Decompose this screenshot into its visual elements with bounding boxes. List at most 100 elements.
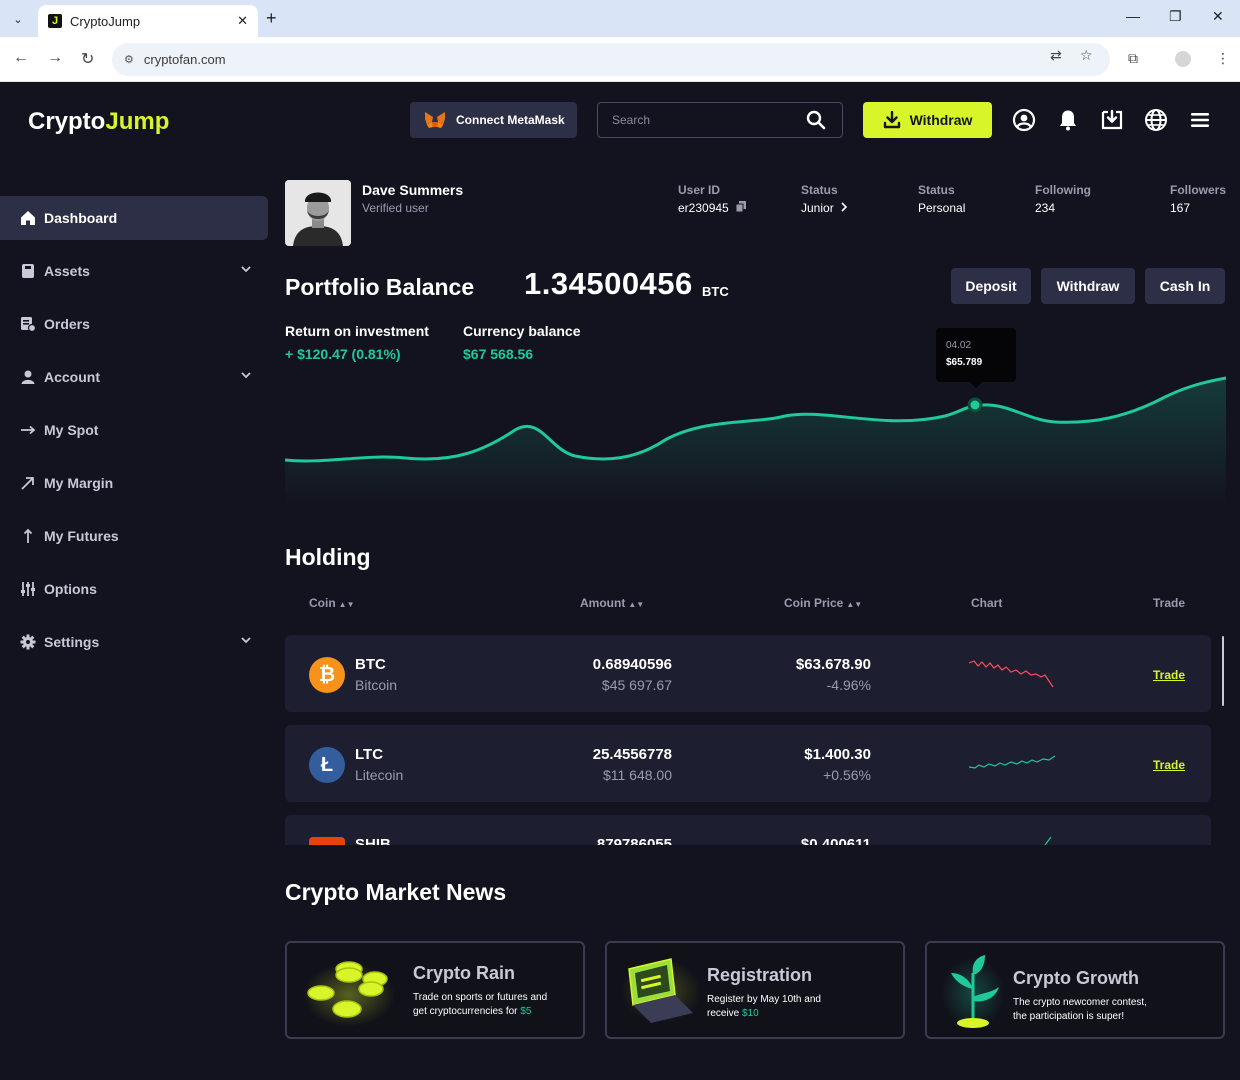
sparkline-chart	[1044, 836, 1052, 845]
bell-icon[interactable]	[1056, 108, 1080, 132]
column-header-coin-price[interactable]: Coin Price ▲▼	[784, 596, 862, 610]
connect-metamask-button[interactable]: Connect MetaMask	[410, 102, 577, 138]
hamburger-menu-icon[interactable]	[1188, 108, 1212, 132]
logo-text-jump: Jump	[105, 108, 170, 135]
avatar[interactable]	[285, 180, 351, 246]
app-logo[interactable]: CryptoJump	[28, 108, 169, 136]
coin-amount: 879786055	[596, 836, 672, 845]
browser-menu-icon[interactable]: ⋮	[1216, 50, 1230, 67]
metamask-fox-icon	[425, 112, 445, 128]
tab-close-icon[interactable]: ✕	[237, 13, 248, 29]
new-tab-icon[interactable]: +	[266, 8, 277, 29]
sidebar-item-options[interactable]: Options	[0, 567, 268, 611]
sidebar-item-my-futures[interactable]: My Futures	[0, 514, 268, 558]
coin-price: $63.678.90	[795, 656, 871, 673]
trade-link[interactable]: Trade	[1153, 758, 1185, 772]
column-header-chart: Chart	[971, 596, 1003, 610]
copy-icon[interactable]	[735, 201, 747, 213]
litecoin-icon: Ł	[309, 747, 345, 783]
bookmark-star-icon[interactable]: ☆	[1080, 47, 1093, 64]
sidebar-item-dashboard[interactable]: Dashboard	[0, 196, 268, 240]
holding-scrollbar[interactable]	[1222, 636, 1224, 706]
sidebar-item-account[interactable]: Account	[0, 355, 268, 399]
news-card-highlight: $5	[520, 1006, 532, 1017]
news-card-title: Crypto Growth	[1013, 968, 1139, 988]
arrow-up-right-icon	[20, 475, 36, 491]
sidebar-item-label: My Futures	[44, 528, 119, 544]
chart-active-point	[967, 397, 983, 413]
table-row[interactable]: Ł LTC Litecoin 25.4556778 $11 648.00 $1.…	[285, 725, 1211, 802]
cash-in-button[interactable]: Cash In	[1145, 268, 1225, 304]
tab-title: CryptoJump	[70, 13, 141, 29]
sidebar-item-label: Account	[44, 369, 100, 385]
globe-icon[interactable]	[1144, 108, 1168, 132]
coin-amount: 0.68940596	[592, 656, 672, 673]
column-header-coin[interactable]: Coin ▲▼	[309, 596, 355, 610]
inbox-download-icon[interactable]	[1100, 108, 1124, 132]
chevron-down-icon[interactable]	[240, 263, 252, 275]
profile-avatar-icon[interactable]	[1175, 51, 1191, 67]
column-header-label: Coin Price	[784, 596, 844, 610]
holding-title: Holding	[285, 544, 371, 570]
search-icon[interactable]	[806, 110, 826, 130]
column-header-amount[interactable]: Amount ▲▼	[580, 596, 644, 610]
coin-symbol: LTC	[355, 746, 384, 763]
withdraw-header-button[interactable]: Withdraw	[863, 102, 992, 138]
news-card-crypto-growth[interactable]: Crypto Growth The crypto newcomer contes…	[925, 941, 1225, 1039]
extensions-icon[interactable]: ⧉	[1128, 50, 1138, 67]
stat-value-followers: 167	[1170, 201, 1191, 215]
chevron-down-icon[interactable]	[240, 634, 252, 646]
table-row[interactable]: ₿ BTC Bitcoin 0.68940596 $45 697.67 $63.…	[285, 635, 1211, 712]
restore-icon[interactable]: ❐	[1169, 8, 1182, 25]
sparkline-chart	[969, 755, 1055, 769]
news-card-registration[interactable]: Registration Register by May 10th and re…	[605, 941, 905, 1039]
stat-value-user-id: er230945	[678, 201, 747, 215]
sort-icon: ▲▼	[846, 600, 863, 609]
sidebar-item-label: Options	[44, 581, 97, 597]
trade-link[interactable]: Trade	[1153, 668, 1185, 682]
back-icon[interactable]: ←	[13, 49, 29, 67]
news-card-desc-line: Register by May 10th and	[707, 994, 821, 1005]
sidebar-item-my-spot[interactable]: My Spot	[0, 408, 268, 452]
browser-tab[interactable]: J CryptoJump ✕	[38, 5, 258, 37]
site-info-icon[interactable]: ⚙	[124, 53, 134, 66]
minimize-icon[interactable]: —	[1126, 8, 1140, 24]
stat-value-status[interactable]: Junior	[801, 201, 848, 215]
tab-search-dropdown-icon[interactable]: ⌄	[8, 9, 28, 29]
user-circle-icon[interactable]	[1012, 108, 1036, 132]
forward-icon[interactable]: →	[47, 49, 63, 67]
coin-name: Bitcoin	[355, 677, 398, 693]
laptop-illustration-icon	[621, 958, 701, 1023]
holding-list[interactable]: ₿ BTC Bitcoin 0.68940596 $45 697.67 $63.…	[285, 635, 1211, 845]
logo-text-crypto: Crypto	[28, 108, 106, 135]
user-icon	[20, 369, 36, 385]
reload-icon[interactable]: ↻	[81, 49, 94, 69]
sort-icon: ▲▼	[338, 600, 355, 609]
shiba-inu-icon	[309, 837, 345, 845]
news-card-crypto-rain[interactable]: Crypto Rain Trade on sports or futures a…	[285, 941, 585, 1039]
withdraw-button[interactable]: Withdraw	[1041, 268, 1135, 304]
portfolio-balance-value: 1.34500456	[524, 266, 693, 301]
address-bar[interactable]: ⚙ cryptofan.com	[112, 43, 1110, 76]
url-text: cryptofan.com	[143, 52, 226, 67]
sidebar-item-orders[interactable]: Orders	[0, 302, 268, 346]
coin-amount: 25.4556778	[592, 746, 672, 763]
withdraw-header-label: Withdraw	[909, 112, 973, 128]
download-icon	[883, 111, 900, 129]
sidebar-item-assets[interactable]: Assets	[0, 249, 268, 293]
window-close-icon[interactable]: ✕	[1212, 8, 1224, 25]
sparkline-chart	[969, 660, 1054, 688]
news-title: Crypto Market News	[285, 879, 507, 905]
chevron-down-icon[interactable]	[240, 369, 252, 381]
sidebar-item-my-margin[interactable]: My Margin	[0, 461, 268, 505]
news-card-desc-line: The crypto newcomer contest,	[1013, 997, 1147, 1008]
portfolio-chart[interactable]	[285, 320, 1226, 505]
sidebar-item-label: Dashboard	[44, 210, 118, 226]
translate-icon[interactable]: ⇄	[1050, 47, 1062, 64]
deposit-button[interactable]: Deposit	[951, 268, 1031, 304]
stat-value-status-type: Personal	[918, 201, 966, 215]
sidebar-item-settings[interactable]: Settings	[0, 620, 268, 664]
browser-toolbar: ← → ↻ ⚙ cryptofan.com ⇄ ☆ ⧉ ⋮	[0, 37, 1240, 82]
orders-icon	[20, 316, 36, 332]
table-row[interactable]: SHIB 879786055 $0.400611	[285, 815, 1211, 845]
